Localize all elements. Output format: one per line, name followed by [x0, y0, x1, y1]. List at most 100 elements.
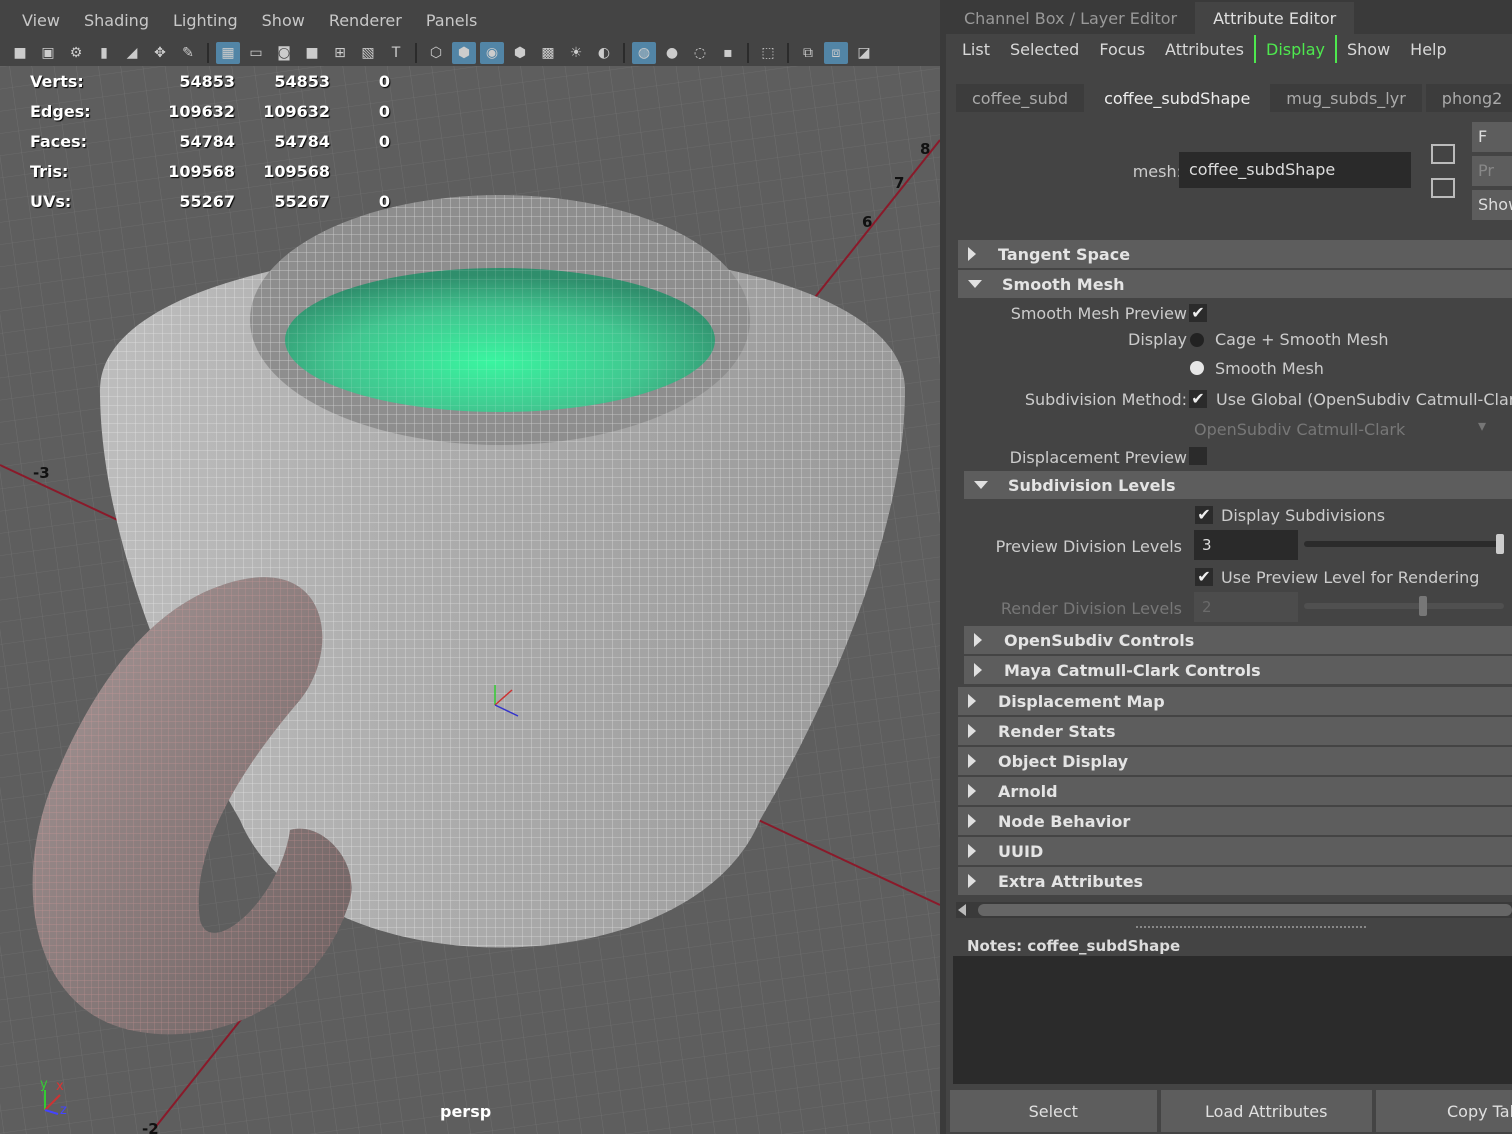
lights-icon[interactable]: ☀ [564, 42, 588, 64]
toolbar-separator [787, 43, 789, 63]
section-tangent-space[interactable]: Tangent Space [958, 240, 1512, 268]
menu-shading[interactable]: Shading [84, 11, 149, 30]
isolate-select-icon[interactable]: ⬚ [756, 42, 780, 64]
render-division-levels-field[interactable]: 2 [1194, 592, 1298, 622]
xray-active-icon[interactable]: ◪ [852, 42, 876, 64]
render-levels-slider-track[interactable] [1304, 603, 1504, 609]
menu-show[interactable]: Show [1337, 35, 1400, 63]
field-chart-icon[interactable]: ⊞ [328, 42, 352, 64]
camera-icon[interactable]: ■ [8, 42, 32, 64]
section-smooth-mesh[interactable]: Smooth Mesh [958, 270, 1512, 298]
resolution-gate-icon[interactable]: ◙ [272, 42, 296, 64]
grease-pencil-icon[interactable]: ✎ [176, 42, 200, 64]
safe-title-icon[interactable]: T [384, 42, 408, 64]
scrollbar-thumb[interactable] [978, 904, 1512, 916]
node-tab-coffee-subd[interactable]: coffee_subd [956, 84, 1085, 112]
copy-tab-button[interactable]: Copy Tab [1376, 1090, 1512, 1132]
node-tab-coffee-subdshape[interactable]: coffee_subdShape [1088, 84, 1267, 112]
menu-help[interactable]: Help [1400, 35, 1456, 63]
film-gate-icon[interactable]: ▭ [244, 42, 268, 64]
safe-action-icon[interactable]: ▧ [356, 42, 380, 64]
section-object-display[interactable]: Object Display [958, 747, 1512, 775]
section-extra-attributes[interactable]: Extra Attributes [958, 867, 1512, 895]
menu-list[interactable]: List [952, 35, 1000, 63]
scroll-left-icon[interactable] [958, 904, 966, 916]
use-global-checkbox[interactable]: ✔ [1189, 390, 1207, 408]
section-uuid[interactable]: UUID [958, 837, 1512, 865]
section-subdivision-levels[interactable]: Subdivision Levels [964, 471, 1512, 499]
preview-levels-slider-track[interactable] [1304, 541, 1504, 547]
section-maya-catmull-clark-controls[interactable]: Maya Catmull-Clark Controls [964, 656, 1512, 684]
section-render-stats[interactable]: Render Stats [958, 717, 1512, 745]
node-tab-phong2[interactable]: phong2 [1425, 84, 1512, 112]
motion-blur-icon[interactable]: ● [660, 42, 684, 64]
smooth-shade-icon[interactable]: ⬢ [452, 42, 476, 64]
menu-selected[interactable]: Selected [1000, 35, 1089, 63]
screen-space-ao-icon[interactable]: ◍ [632, 42, 656, 64]
radio-smooth-mesh[interactable] [1190, 361, 1204, 375]
scene-view[interactable]: y x z [0, 66, 940, 1134]
attribute-editor-body: mesh: coffee_subdShape F Pr Show Tangent… [956, 112, 1512, 912]
subdivision-method-dropdown[interactable]: OpenSubdiv Catmull-Clark [1194, 420, 1405, 439]
shadows-icon[interactable]: ◐ [592, 42, 616, 64]
menu-panels[interactable]: Panels [426, 11, 478, 30]
menu-attributes[interactable]: Attributes [1155, 35, 1254, 63]
xray-icon[interactable]: ⧉ [796, 42, 820, 64]
use-preview-level-checkbox[interactable]: ✔ [1195, 568, 1213, 586]
select-button[interactable]: Select [950, 1090, 1157, 1132]
focus-output-icon[interactable] [1431, 178, 1455, 198]
camera-lock-icon[interactable]: ▣ [36, 42, 60, 64]
menu-display[interactable]: Display [1254, 35, 1337, 63]
section-node-behavior[interactable]: Node Behavior [958, 807, 1512, 835]
splitter-handle[interactable] [1136, 926, 1366, 928]
preview-levels-slider-handle[interactable] [1496, 534, 1504, 554]
menu-focus[interactable]: Focus [1089, 35, 1155, 63]
focus-button[interactable]: F [1472, 122, 1512, 152]
bookmark-icon[interactable]: ▮ [92, 42, 116, 64]
presets-button[interactable]: Pr [1472, 156, 1512, 186]
chevron-down-icon[interactable]: ▾ [1478, 416, 1486, 435]
notes-textarea[interactable] [953, 956, 1512, 1084]
section-displacement-map[interactable]: Displacement Map [958, 687, 1512, 715]
grid-icon[interactable]: ▦ [216, 42, 240, 64]
camera-attributes-icon[interactable]: ⚙ [64, 42, 88, 64]
anti-aliasing-icon[interactable]: ◌ [688, 42, 712, 64]
focus-input-icon[interactable] [1431, 144, 1455, 164]
menu-view[interactable]: View [22, 11, 60, 30]
section-opensubdiv-controls[interactable]: OpenSubdiv Controls [964, 626, 1512, 654]
2d-pan-zoom-icon[interactable]: ✥ [148, 42, 172, 64]
menu-lighting[interactable]: Lighting [173, 11, 238, 30]
grid-number: 7 [894, 174, 905, 192]
section-title: Extra Attributes [998, 871, 1144, 891]
smooth-mesh-preview-checkbox[interactable]: ✔ [1189, 304, 1207, 322]
viewport-panel[interactable]: View Shading Lighting Show Renderer Pane… [0, 0, 940, 1134]
image-plane-icon[interactable]: ◢ [120, 42, 144, 64]
section-arnold[interactable]: Arnold [958, 777, 1512, 805]
load-attributes-button[interactable]: Load Attributes [1160, 1090, 1372, 1132]
tab-attribute-editor[interactable]: Attribute Editor [1195, 2, 1355, 34]
notes-label: Notes: coffee_subdShape [967, 937, 1181, 955]
tab-channel-box[interactable]: Channel Box / Layer Editor [946, 2, 1195, 34]
render-levels-slider-handle[interactable] [1419, 596, 1428, 616]
radio-cage-smooth[interactable] [1190, 333, 1204, 347]
menu-renderer[interactable]: Renderer [329, 11, 402, 30]
node-tab-mug-subds-lyr[interactable]: mug_subds_lyr [1270, 84, 1422, 112]
hud-value: 54784 [274, 131, 330, 151]
hud-value: 0 [378, 71, 390, 91]
mesh-name-field[interactable]: coffee_subdShape [1179, 152, 1411, 188]
wireframe-icon[interactable]: ⬡ [424, 42, 448, 64]
textured-icon[interactable]: ▩ [536, 42, 560, 64]
display-subdivisions-checkbox[interactable]: ✔ [1195, 506, 1213, 524]
menu-show[interactable]: Show [262, 11, 305, 30]
displacement-preview-checkbox[interactable] [1189, 447, 1207, 465]
default-material-icon[interactable]: ⬢ [508, 42, 532, 64]
hud-value: 55267 [274, 191, 330, 211]
horizontal-scrollbar[interactable] [956, 902, 1512, 918]
xray-joints-icon[interactable]: ⧈ [824, 42, 848, 64]
node-tab-bar: coffee_subd coffee_subdShape mug_subds_l… [956, 84, 1512, 112]
depth-of-field-icon[interactable]: ▪ [716, 42, 740, 64]
show-button[interactable]: Show [1472, 190, 1512, 220]
gate-mask-icon[interactable]: ■ [300, 42, 324, 64]
wireframe-on-shaded-icon[interactable]: ◉ [480, 42, 504, 64]
preview-division-levels-field[interactable]: 3 [1194, 530, 1298, 560]
